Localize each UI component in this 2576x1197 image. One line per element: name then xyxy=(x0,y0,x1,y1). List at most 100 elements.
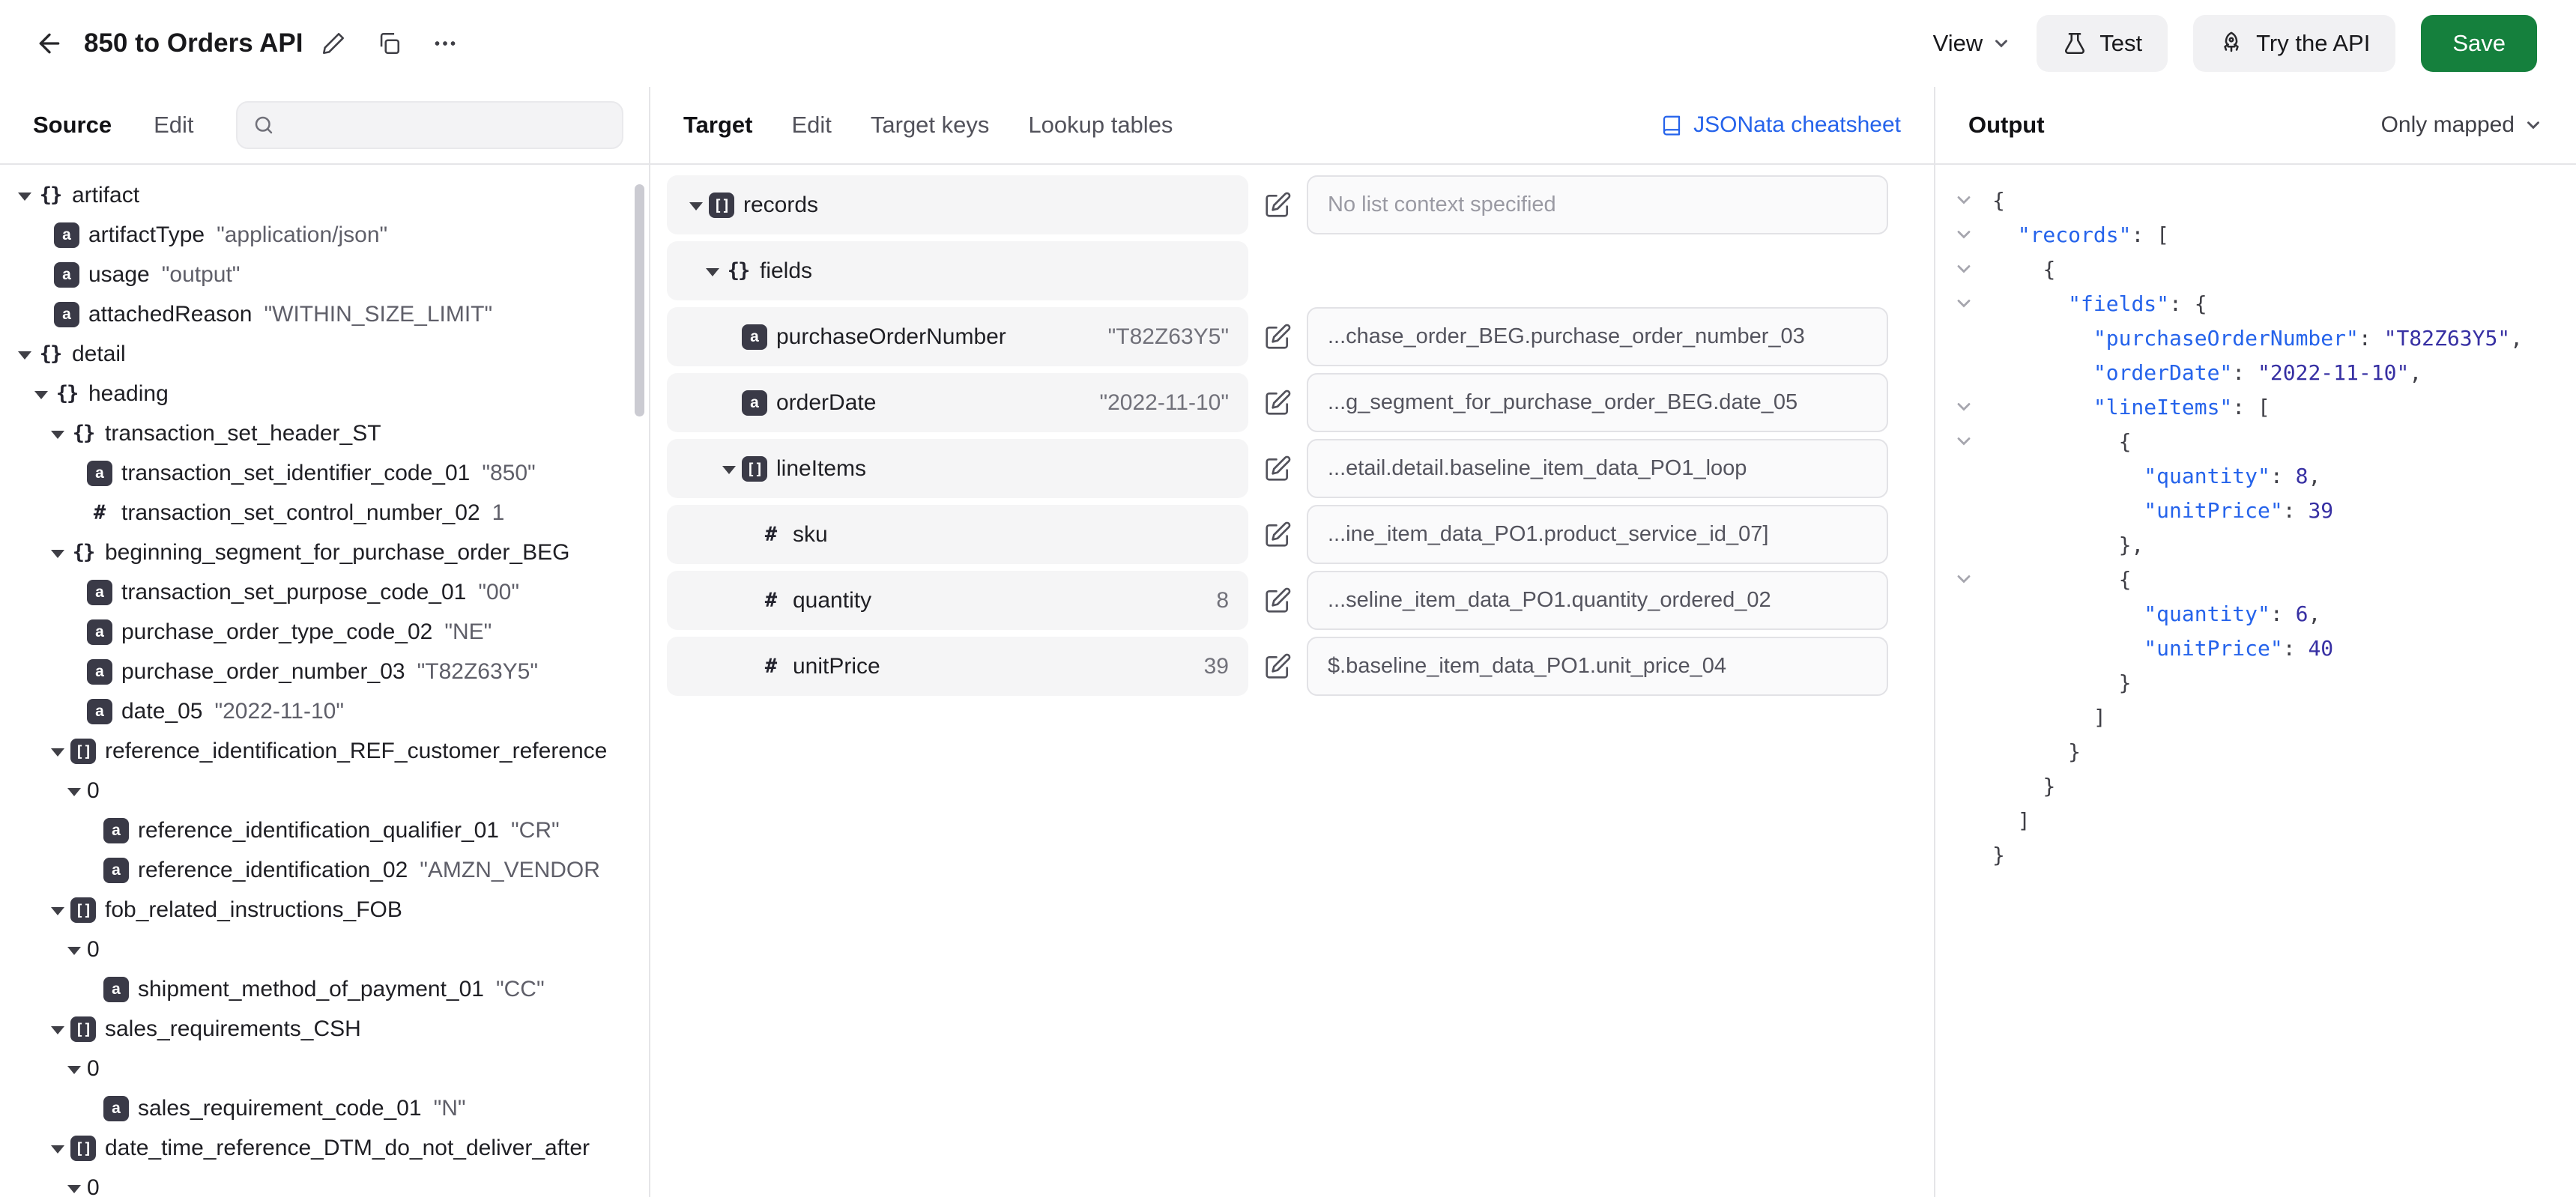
edit-mapping-button[interactable] xyxy=(1263,388,1292,418)
json-collapse-toggle[interactable] xyxy=(1953,293,1992,314)
source-tree-row[interactable]: []fob_related_instructions_FOB xyxy=(12,890,649,930)
chevron-down-icon[interactable] xyxy=(45,428,70,439)
target-field-purchaseOrderNumber[interactable]: apurchaseOrderNumber"T82Z63Y5" xyxy=(667,307,1248,366)
chevron-down-icon[interactable] xyxy=(61,1064,87,1074)
source-tree-row[interactable]: apurchase_order_number_03"T82Z63Y5" xyxy=(12,652,649,691)
only-mapped-dropdown[interactable]: Only mapped xyxy=(2381,112,2543,138)
source-tree-row[interactable]: ashipment_method_of_payment_01"CC" xyxy=(12,969,649,1009)
target-field-orderDate[interactable]: aorderDate"2022-11-10" xyxy=(667,373,1248,432)
target-field-quantity[interactable]: #quantity8 xyxy=(667,571,1248,630)
jsonata-expression-input[interactable]: ...ine_item_data_PO1.product_service_id_… xyxy=(1307,505,1888,564)
source-scrollbar[interactable] xyxy=(635,184,644,416)
jsonata-expression-input[interactable]: $.baseline_item_data_PO1.unit_price_04 xyxy=(1307,637,1888,696)
target-field-lineItems[interactable]: []lineItems xyxy=(667,439,1248,498)
source-tree-row[interactable]: #transaction_set_control_number_021 xyxy=(12,493,649,533)
rename-button[interactable] xyxy=(321,31,346,56)
source-tree-row[interactable]: {}heading xyxy=(12,374,649,413)
collapse-chevron-icon xyxy=(1953,258,1974,279)
view-dropdown[interactable]: View xyxy=(1933,30,2012,57)
target-field-sku[interactable]: #sku xyxy=(667,505,1248,564)
chevron-down-icon[interactable] xyxy=(12,190,37,201)
chevron-down-icon[interactable] xyxy=(28,389,54,399)
edit-mapping-button[interactable] xyxy=(1263,454,1292,484)
json-collapse-toggle[interactable] xyxy=(1953,224,1992,245)
test-button[interactable]: Test xyxy=(2037,15,2168,72)
copy-button[interactable] xyxy=(376,31,402,56)
chevron-down-icon[interactable] xyxy=(12,349,37,360)
source-tree-row[interactable]: {}detail xyxy=(12,334,649,374)
source-tree-row[interactable]: 0 xyxy=(12,771,649,810)
edit-mapping-button[interactable] xyxy=(1263,190,1292,220)
target-field-records[interactable]: []records xyxy=(667,175,1248,234)
edit-mapping-button[interactable] xyxy=(1263,652,1292,682)
search-input[interactable] xyxy=(285,113,607,138)
jsonata-expression-input[interactable]: ...g_segment_for_purchase_order_BEG.date… xyxy=(1307,373,1888,432)
jsonata-expression-input[interactable]: ...seline_item_data_PO1.quantity_ordered… xyxy=(1307,571,1888,630)
source-tree-row[interactable]: areference_identification_02"AMZN_VENDOR xyxy=(12,850,649,890)
chevron-down-icon[interactable] xyxy=(700,266,725,276)
source-tree-row[interactable]: aattachedReason"WITHIN_SIZE_LIMIT" xyxy=(12,294,649,334)
json-collapse-toggle[interactable] xyxy=(1953,569,1992,590)
tab-source-edit[interactable]: Edit xyxy=(154,112,193,139)
target-field-fields[interactable]: {}fields xyxy=(667,241,1248,300)
edit-mapping-button[interactable] xyxy=(1263,520,1292,550)
jsonata-expression-input[interactable]: ...etail.detail.baseline_item_data_PO1_l… xyxy=(1307,439,1888,498)
source-tree-row[interactable]: {}artifact xyxy=(12,175,649,215)
back-button[interactable] xyxy=(34,28,64,58)
try-api-button[interactable]: Try the API xyxy=(2193,15,2395,72)
chevron-down-icon[interactable] xyxy=(45,905,70,915)
target-field-unitPrice[interactable]: #unitPrice39 xyxy=(667,637,1248,696)
source-tree-row[interactable]: atransaction_set_purpose_code_01"00" xyxy=(12,572,649,612)
chevron-down-icon[interactable] xyxy=(61,786,87,796)
json-token: "T82Z63Y5" xyxy=(2384,326,2511,351)
jsonata-expression-input[interactable]: ...chase_order_BEG.purchase_order_number… xyxy=(1307,307,1888,366)
source-tree-row[interactable]: 0 xyxy=(12,930,649,969)
source-tree-row[interactable]: areference_identification_qualifier_01"C… xyxy=(12,810,649,850)
node-label: unitPrice xyxy=(793,654,880,679)
json-collapse-toggle[interactable] xyxy=(1953,190,1992,210)
json-collapse-toggle[interactable] xyxy=(1953,431,1992,452)
source-tree-row[interactable]: 0 xyxy=(12,1049,649,1088)
string-icon: a xyxy=(54,302,79,327)
tab-target[interactable]: Target xyxy=(683,112,752,139)
source-tree-row[interactable]: ausage"output" xyxy=(12,255,649,294)
tab-source[interactable]: Source xyxy=(33,112,112,139)
json-line: "quantity": 8, xyxy=(1953,458,2576,493)
source-tree-row[interactable]: aartifactType"application/json" xyxy=(12,215,649,255)
source-tree-row[interactable]: adate_05"2022-11-10" xyxy=(12,691,649,731)
tab-target-edit[interactable]: Edit xyxy=(791,112,831,139)
node-label: artifactType xyxy=(88,222,205,248)
chevron-down-icon[interactable] xyxy=(716,464,742,474)
json-collapse-toggle[interactable] xyxy=(1953,258,1992,279)
jsonata-cheatsheet-link[interactable]: JSONata cheatsheet xyxy=(1660,112,1901,138)
more-menu-button[interactable] xyxy=(432,30,459,57)
jsonata-expression-input[interactable]: No list context specified xyxy=(1307,175,1888,234)
edit-mapping-button[interactable] xyxy=(1263,586,1292,616)
node-label: sales_requirements_CSH xyxy=(105,1016,361,1042)
source-tree-row[interactable]: []date_time_reference_DTM_do_not_deliver… xyxy=(12,1128,649,1168)
chevron-down-icon[interactable] xyxy=(683,200,709,210)
tab-target-keys[interactable]: Target keys xyxy=(871,112,990,139)
source-tree-row[interactable]: atransaction_set_identifier_code_01"850" xyxy=(12,453,649,493)
string-icon: a xyxy=(103,818,129,843)
source-tree-row[interactable]: apurchase_order_type_code_02"NE" xyxy=(12,612,649,652)
edit-mapping-button[interactable] xyxy=(1263,322,1292,352)
json-collapse-toggle[interactable] xyxy=(1953,396,1992,417)
source-tree-row[interactable]: []sales_requirements_CSH xyxy=(12,1009,649,1049)
try-api-button-label: Try the API xyxy=(2256,30,2370,57)
json-code: "lineItems": [ xyxy=(1992,395,2270,419)
tab-lookup-tables[interactable]: Lookup tables xyxy=(1028,112,1173,139)
source-search[interactable] xyxy=(236,101,623,149)
chevron-down-icon[interactable] xyxy=(45,1024,70,1034)
source-tree-row[interactable]: asales_requirement_code_01"N" xyxy=(12,1088,649,1128)
source-tree-row[interactable]: 0 xyxy=(12,1168,649,1197)
chevron-down-icon[interactable] xyxy=(61,1183,87,1193)
chevron-down-icon[interactable] xyxy=(45,1143,70,1154)
chevron-down-icon[interactable] xyxy=(45,746,70,757)
source-tree-row[interactable]: {}beginning_segment_for_purchase_order_B… xyxy=(12,533,649,572)
save-button[interactable]: Save xyxy=(2421,15,2537,72)
chevron-down-icon[interactable] xyxy=(61,945,87,955)
source-tree-row[interactable]: {}transaction_set_header_ST xyxy=(12,413,649,453)
source-tree-row[interactable]: []reference_identification_REF_customer_… xyxy=(12,731,649,771)
chevron-down-icon[interactable] xyxy=(45,548,70,558)
